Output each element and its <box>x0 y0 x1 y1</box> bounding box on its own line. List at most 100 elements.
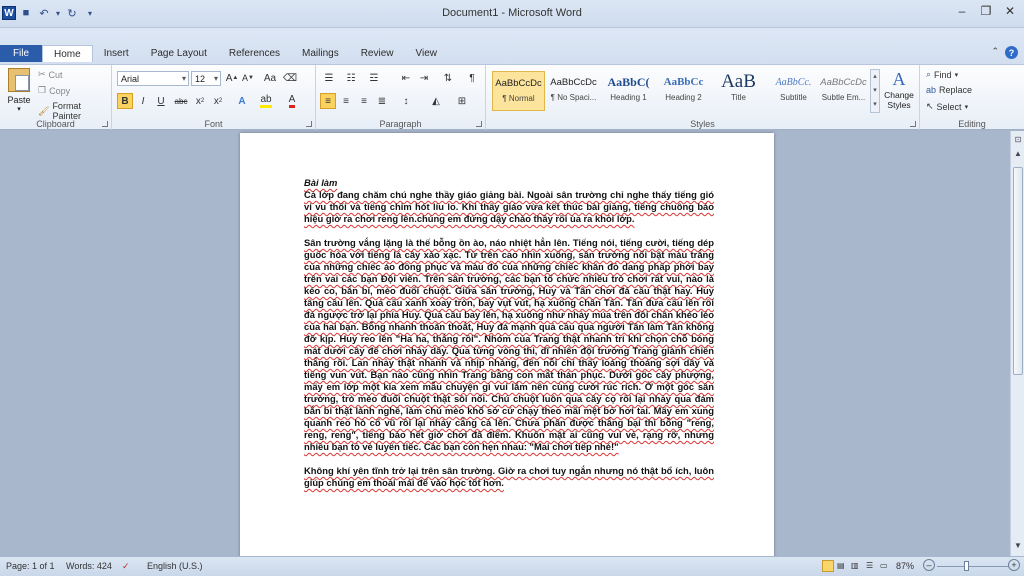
style-title[interactable]: AaB Title <box>712 71 765 111</box>
text-effects-icon[interactable]: A <box>234 93 250 109</box>
clear-formatting-icon[interactable]: ⌫ <box>282 70 298 86</box>
tab-file[interactable]: File <box>0 45 42 62</box>
underline-button[interactable]: U <box>153 93 169 109</box>
paste-icon <box>8 68 30 92</box>
page-count-status[interactable]: Page: 1 of 1 <box>6 561 55 571</box>
select-button[interactable]: ↖ Select ▾ <box>926 101 968 112</box>
document-workspace: Bài làm Cả lớp đang chăm chú nghe thầy g… <box>0 131 1010 573</box>
bullets-icon[interactable]: ☰ <box>321 70 337 86</box>
superscript-button[interactable]: x2 <box>210 93 226 109</box>
tab-review[interactable]: Review <box>350 45 405 62</box>
paste-button[interactable]: Paste ▾ <box>4 68 34 114</box>
view-web-layout-icon[interactable]: ▥ <box>851 561 859 570</box>
font-size-select[interactable]: 12 <box>191 71 221 86</box>
font-name-select[interactable]: Arial <box>117 71 189 86</box>
align-right-button[interactable]: ≡ <box>356 93 372 109</box>
tab-mailings[interactable]: Mailings <box>291 45 350 62</box>
styles-group-label: Styles <box>690 119 715 129</box>
align-center-button[interactable]: ≡ <box>338 93 354 109</box>
view-outline-icon[interactable]: ☰ <box>866 561 873 570</box>
strikethrough-button[interactable]: abc <box>173 93 189 109</box>
shading-icon[interactable]: ◭ <box>428 93 444 109</box>
tab-home[interactable]: Home <box>42 45 93 62</box>
cursor-icon: ↖ <box>926 101 934 111</box>
change-case-icon[interactable]: Aa <box>262 70 278 86</box>
minimize-icon[interactable]: – <box>950 2 974 20</box>
italic-button[interactable]: I <box>135 93 151 109</box>
scrollbar-thumb[interactable] <box>1013 167 1023 375</box>
format-painter-button[interactable]: 🖌 Format Painter <box>38 101 111 121</box>
style-heading-2[interactable]: AaBbCc Heading 2 <box>657 71 710 111</box>
restore-icon[interactable]: ❐ <box>974 2 998 20</box>
zoom-out-icon[interactable]: – <box>923 559 935 571</box>
brush-icon: 🖌 <box>38 105 50 116</box>
proofing-icon[interactable]: ✓ <box>122 561 130 572</box>
copy-button[interactable]: ❐ Copy <box>38 85 70 96</box>
help-icon[interactable]: ? <box>1005 46 1018 59</box>
font-launcher-icon[interactable] <box>306 121 312 127</box>
bold-button[interactable]: B <box>117 93 133 109</box>
style-no-spacing[interactable]: AaBbCcDc ¶ No Spaci... <box>547 71 600 111</box>
change-styles-button[interactable]: A Change Styles <box>882 68 916 116</box>
paragraph-launcher-icon[interactable] <box>476 121 482 127</box>
increase-indent-icon[interactable]: ⇥ <box>416 70 432 86</box>
highlight-color-icon[interactable]: ab <box>258 93 274 109</box>
document-paragraph: Sân trường vắng lặng là thế bỗng ồn ào, … <box>304 237 714 452</box>
borders-icon[interactable]: ⊞ <box>454 93 470 109</box>
zoom-level[interactable]: 87% <box>896 561 914 571</box>
document-page[interactable]: Bài làm Cả lớp đang chăm chú nghe thầy g… <box>240 133 774 573</box>
replace-button[interactable]: ab Replace <box>926 85 972 95</box>
zoom-in-icon[interactable]: + <box>1008 559 1020 571</box>
line-spacing-icon[interactable]: ↕ <box>398 93 414 109</box>
zoom-slider-thumb[interactable] <box>964 561 969 571</box>
decrease-indent-icon[interactable]: ⇤ <box>398 70 414 86</box>
tab-page-layout[interactable]: Page Layout <box>140 45 218 62</box>
view-full-screen-icon[interactable]: ▤ <box>837 561 845 570</box>
align-left-button[interactable]: ≡ <box>320 93 336 109</box>
multilevel-list-icon[interactable]: ☲ <box>366 70 382 86</box>
cut-button[interactable]: ✂ Cut <box>38 69 63 80</box>
document-paragraph: Không khí yên tĩnh trở lại trên sân trườ… <box>304 465 714 488</box>
style-subtle-emphasis[interactable]: AaBbCcDc Subtle Em... <box>817 71 870 111</box>
show-formatting-icon[interactable]: ¶ <box>464 70 480 86</box>
tab-insert[interactable]: Insert <box>93 45 140 62</box>
justify-button[interactable]: ≣ <box>374 93 390 109</box>
window-title: Document1 - Microsoft Word <box>442 7 582 19</box>
style-subtitle[interactable]: AaBbCc. Subtitle <box>767 71 820 111</box>
scroll-down-icon[interactable]: ▼ <box>1011 539 1024 551</box>
styles-launcher-icon[interactable] <box>910 121 916 127</box>
close-icon[interactable]: ✕ <box>998 2 1022 20</box>
minimize-ribbon-icon[interactable]: ⌃ <box>991 46 999 59</box>
sort-icon[interactable]: ⇅ <box>440 70 456 86</box>
view-draft-icon[interactable]: ▭ <box>880 561 888 570</box>
ruler-toggle-icon[interactable]: ⊡ <box>1011 133 1024 145</box>
zoom-slider[interactable] <box>937 566 1009 567</box>
clipboard-group-label: Clipboard <box>36 119 75 129</box>
tab-references[interactable]: References <box>218 45 291 62</box>
document-paragraph: Cả lớp đang chăm chú nghe thầy giáo giản… <box>304 189 714 224</box>
view-print-layout-icon[interactable] <box>822 560 834 572</box>
replace-icon: ab <box>926 85 937 95</box>
styles-gallery-scroll[interactable]: ▴ ▾ ▾ <box>870 69 880 113</box>
scroll-up-icon[interactable]: ▲ <box>1011 147 1024 159</box>
vertical-scrollbar[interactable]: ⊡ ▲ ▼ <box>1010 131 1024 556</box>
shrink-font-icon[interactable]: A ▼ <box>240 70 256 86</box>
title-bar: W ■ ↶ ▾ ↻ ▾ Document1 - Microsoft Word –… <box>0 0 1024 28</box>
group-paragraph: ☰ ☷ ☲ ⇤ ⇥ ⇅ ¶ ≡ ≡ ≡ ≣ ↕ ◭ ⊞ Paragraph <box>316 65 486 130</box>
subscript-button[interactable]: x2 <box>192 93 208 109</box>
group-styles: AaBbCcDc ¶ Normal AaBbCcDc ¶ No Spaci...… <box>486 65 920 130</box>
clipboard-launcher-icon[interactable] <box>102 121 108 127</box>
word-count-status[interactable]: Words: 424 <box>66 561 112 571</box>
language-status[interactable]: English (U.S.) <box>147 561 203 571</box>
grow-font-icon[interactable]: A ▲ <box>224 70 240 86</box>
font-color-icon[interactable]: A <box>284 93 300 109</box>
numbering-icon[interactable]: ☷ <box>343 70 359 86</box>
document-body[interactable]: Bài làm Cả lớp đang chăm chú nghe thầy g… <box>304 177 714 489</box>
editing-group-label: Editing <box>958 119 986 129</box>
style-normal[interactable]: AaBbCcDc ¶ Normal <box>492 71 545 111</box>
tab-view[interactable]: View <box>405 45 449 62</box>
find-button[interactable]: ⌕ Find ▾ <box>926 69 958 80</box>
paragraph-group-label: Paragraph <box>379 119 422 129</box>
ribbon-tabs: File Home Insert Page Layout References … <box>0 45 448 62</box>
style-heading-1[interactable]: AaBbC( Heading 1 <box>602 71 655 111</box>
